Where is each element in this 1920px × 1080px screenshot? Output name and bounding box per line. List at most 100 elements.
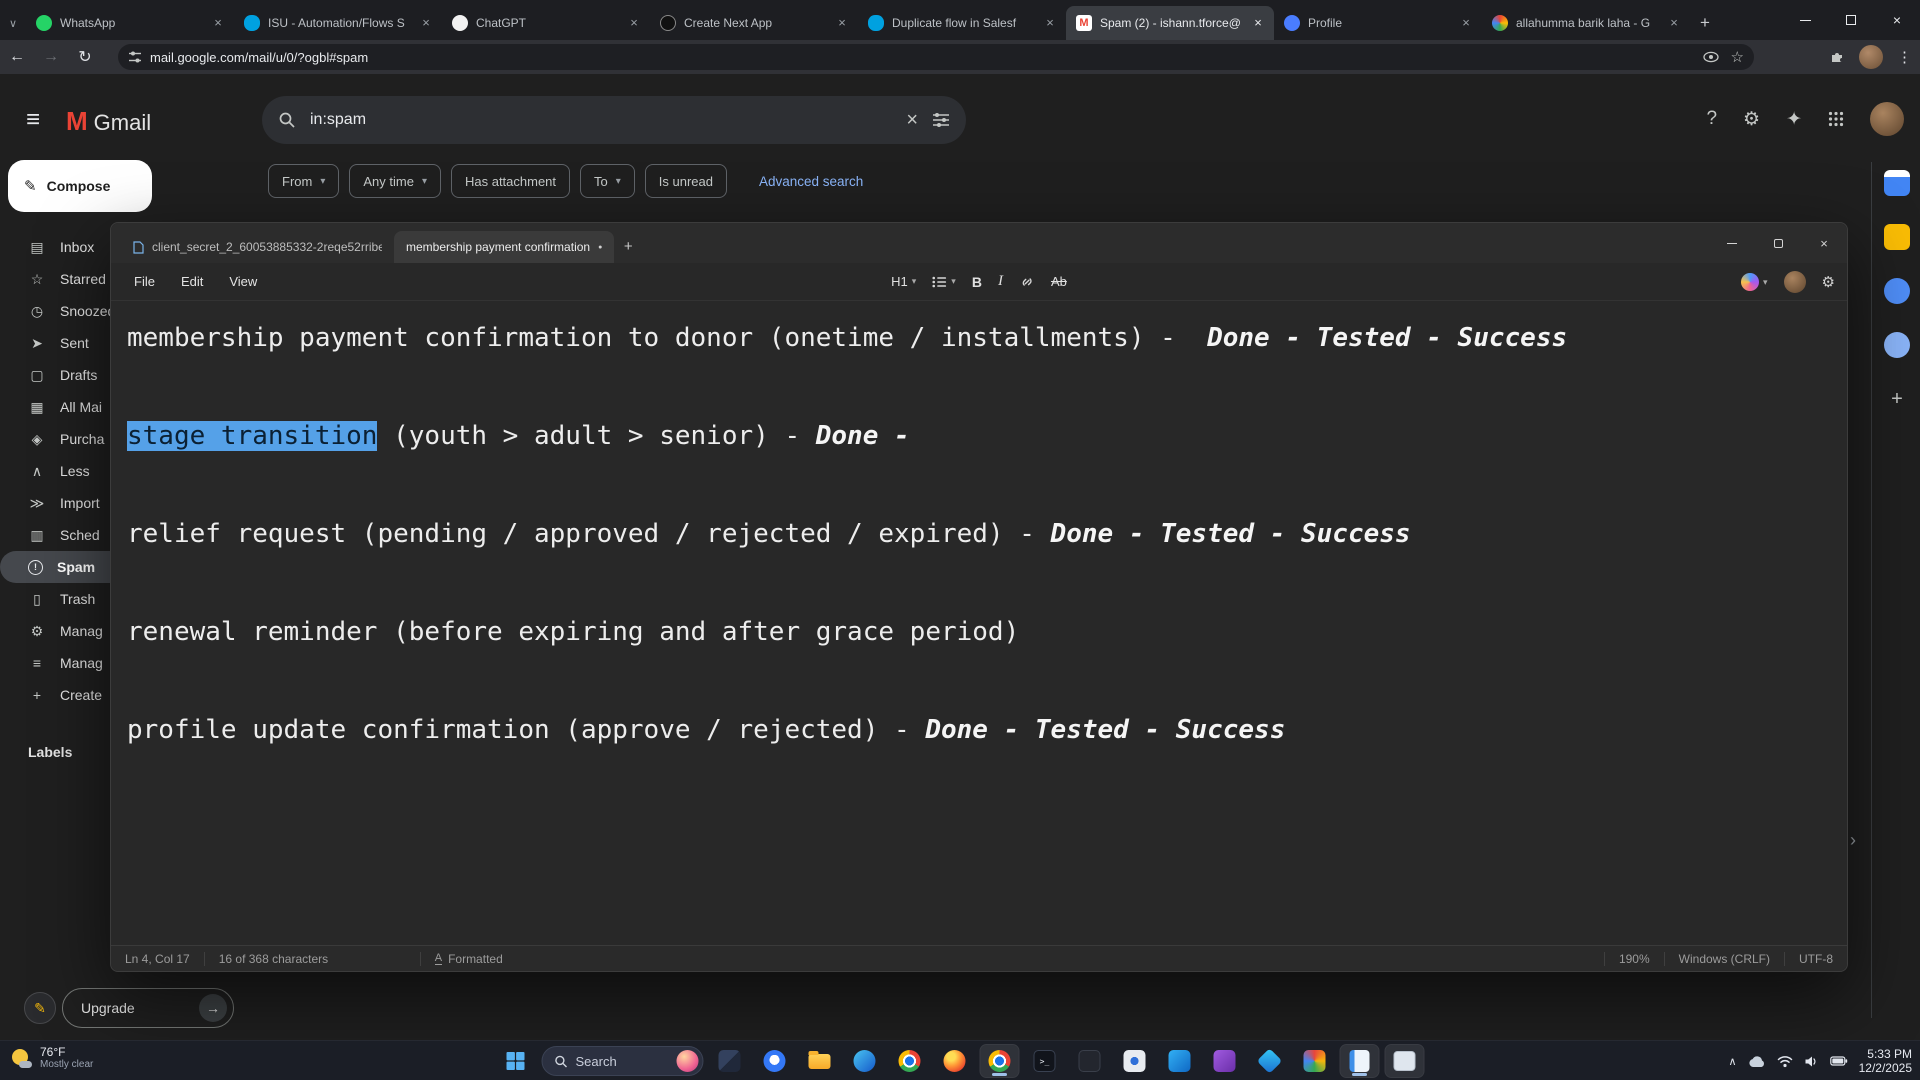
browser-tab-chatgpt[interactable]: ChatGPT × <box>442 6 650 40</box>
forward-icon[interactable]: → <box>34 48 68 66</box>
italic-button[interactable]: I <box>998 273 1003 290</box>
search-query[interactable]: in:spam <box>310 111 892 129</box>
tasks-icon[interactable] <box>1884 278 1910 304</box>
azure-app-button[interactable] <box>1251 1045 1289 1077</box>
tab-search-icon[interactable]: ∨ <box>0 6 26 40</box>
tune-icon[interactable] <box>128 50 142 64</box>
file-explorer-button[interactable] <box>801 1045 839 1077</box>
tab-close-icon[interactable]: × <box>1042 15 1058 31</box>
menu-file[interactable]: File <box>123 269 166 294</box>
clear-formatting-button[interactable]: Ab <box>1051 274 1067 289</box>
hidden-icons-chevron[interactable]: ∧ <box>1729 1055 1737 1068</box>
gmail-avatar[interactable] <box>1870 102 1904 136</box>
dev-app-button[interactable] <box>1071 1045 1109 1077</box>
browser-tab-isu[interactable]: ISU - Automation/Flows S × <box>234 6 442 40</box>
compose-pencil-button[interactable]: ✎ <box>24 992 56 1024</box>
browser-tab-salesforce-flow[interactable]: Duplicate flow in Salesf × <box>858 6 1066 40</box>
menu-view[interactable]: View <box>218 269 268 294</box>
add-addons-icon[interactable]: + <box>1884 386 1910 412</box>
link-icon[interactable] <box>1019 274 1035 290</box>
gmail-search-bar[interactable]: in:spam × <box>262 96 966 144</box>
notepad-tab-membership[interactable]: membership payment confirmation ● <box>394 231 615 263</box>
notepad-minimize-button[interactable] <box>1709 223 1755 263</box>
back-icon[interactable]: ← <box>0 48 34 66</box>
chip-any-time[interactable]: Any time ▾ <box>349 164 441 198</box>
hamburger-icon[interactable]: ≡ <box>26 106 40 134</box>
tab-close-icon[interactable]: × <box>834 15 850 31</box>
extensions-puzzle-icon[interactable] <box>1829 49 1845 65</box>
minimize-button[interactable] <box>1782 0 1828 40</box>
taskbar-search[interactable]: Search <box>541 1046 704 1076</box>
menu-edit[interactable]: Edit <box>170 269 214 294</box>
copilot-button[interactable]: ▾ <box>1741 273 1768 291</box>
apps-grid-icon[interactable] <box>1828 111 1844 127</box>
visual-studio-button[interactable] <box>1206 1045 1244 1077</box>
chat-button[interactable] <box>756 1045 794 1077</box>
chip-from[interactable]: From ▾ <box>268 164 340 198</box>
chip-has-attachment[interactable]: Has attachment <box>450 164 571 198</box>
notepad-tab-client-secret[interactable]: client_secret_2_60053885332-2reqe52rribe <box>121 231 394 263</box>
advanced-search-link[interactable]: Advanced search <box>759 174 863 189</box>
settings-gear-icon[interactable]: ⚙ <box>1743 108 1760 131</box>
terminal-button[interactable]: >_ <box>1026 1045 1064 1077</box>
clear-search-icon[interactable]: × <box>906 109 918 132</box>
keep-icon[interactable] <box>1884 224 1910 250</box>
browser-profile-avatar[interactable] <box>1859 45 1883 69</box>
tab-close-icon[interactable]: × <box>210 15 226 31</box>
notepad-maximize-button[interactable] <box>1755 223 1801 263</box>
list-style-button[interactable]: ▾ <box>932 276 956 288</box>
formatting-status[interactable]: A Formatted <box>421 952 517 966</box>
tab-close-icon[interactable]: × <box>626 15 642 31</box>
browser-tab-nextapp[interactable]: Create Next App × <box>650 6 858 40</box>
help-icon[interactable]: ? <box>1706 108 1717 130</box>
compose-button[interactable]: ✎ Compose <box>8 160 152 212</box>
notepad-titlebar[interactable]: client_secret_2_60053885332-2reqe52rribe… <box>111 223 1847 263</box>
tab-close-icon[interactable]: × <box>1250 15 1266 31</box>
volume-icon[interactable] <box>1804 1055 1819 1068</box>
tab-close-icon[interactable]: × <box>1458 15 1474 31</box>
address-bar[interactable]: mail.google.com/mail/u/0/?ogbl#spam ☆ <box>118 44 1754 70</box>
notepad-close-button[interactable]: × <box>1801 223 1847 263</box>
task-view-button[interactable] <box>711 1045 749 1077</box>
chip-is-unread[interactable]: Is unread <box>644 164 727 198</box>
browser-tab-spam-active[interactable]: M Spam (2) - ishann.tforce@ × <box>1066 6 1274 40</box>
gemini-icon[interactable]: ✦ <box>1786 108 1802 131</box>
taskbar-weather[interactable]: 76°F Mostly clear <box>10 1045 93 1070</box>
reload-icon[interactable]: ↻ <box>68 47 102 67</box>
upgrade-button[interactable]: Upgrade → <box>62 988 234 1028</box>
chrome-button[interactable] <box>891 1045 929 1077</box>
notepad-new-tab-button[interactable]: + <box>614 232 642 260</box>
browser-tab-media[interactable]: allahumma barik laha - G × <box>1482 6 1690 40</box>
new-tab-button[interactable]: + <box>1690 8 1720 38</box>
firefox-button[interactable] <box>936 1045 974 1077</box>
bookmark-star-icon[interactable]: ☆ <box>1731 48 1744 66</box>
reading-mode-eye-icon[interactable] <box>1702 51 1719 63</box>
contacts-icon[interactable] <box>1884 332 1910 358</box>
search-filters-icon[interactable] <box>932 112 950 128</box>
office-app-button[interactable] <box>1116 1045 1154 1077</box>
bold-button[interactable]: B <box>972 274 982 290</box>
notepad-account-avatar[interactable] <box>1783 271 1806 293</box>
chrome-active-button[interactable] <box>979 1044 1020 1078</box>
tab-close-icon[interactable]: × <box>1666 15 1682 31</box>
vscode-button[interactable] <box>1161 1045 1199 1077</box>
zoom-level[interactable]: 190% <box>1605 952 1664 966</box>
edge-button[interactable] <box>846 1045 884 1077</box>
notepad-button[interactable] <box>1339 1044 1380 1078</box>
battery-icon[interactable] <box>1829 1056 1848 1066</box>
chip-to[interactable]: To ▾ <box>580 164 635 198</box>
heading-style-button[interactable]: H1 ▾ <box>891 274 916 289</box>
browser-tab-whatsapp[interactable]: WhatsApp × <box>26 6 234 40</box>
google-app-button[interactable] <box>1296 1045 1334 1077</box>
editor[interactable]: membership payment confirmation to donor… <box>111 302 1847 945</box>
browser-tab-profile[interactable]: Profile × <box>1274 6 1482 40</box>
notepad-settings-icon[interactable]: ⚙ <box>1822 273 1835 291</box>
tab-close-icon[interactable]: × <box>418 15 434 31</box>
maximize-button[interactable] <box>1828 0 1874 40</box>
start-button[interactable] <box>497 1045 535 1077</box>
taskbar-clock[interactable]: 5:33 PM 12/2/2025 <box>1859 1047 1912 1075</box>
wifi-icon[interactable] <box>1777 1055 1793 1068</box>
onedrive-cloud-icon[interactable] <box>1748 1055 1766 1068</box>
close-button[interactable]: × <box>1874 0 1920 40</box>
browser-menu-icon[interactable]: ⋮ <box>1897 48 1912 66</box>
